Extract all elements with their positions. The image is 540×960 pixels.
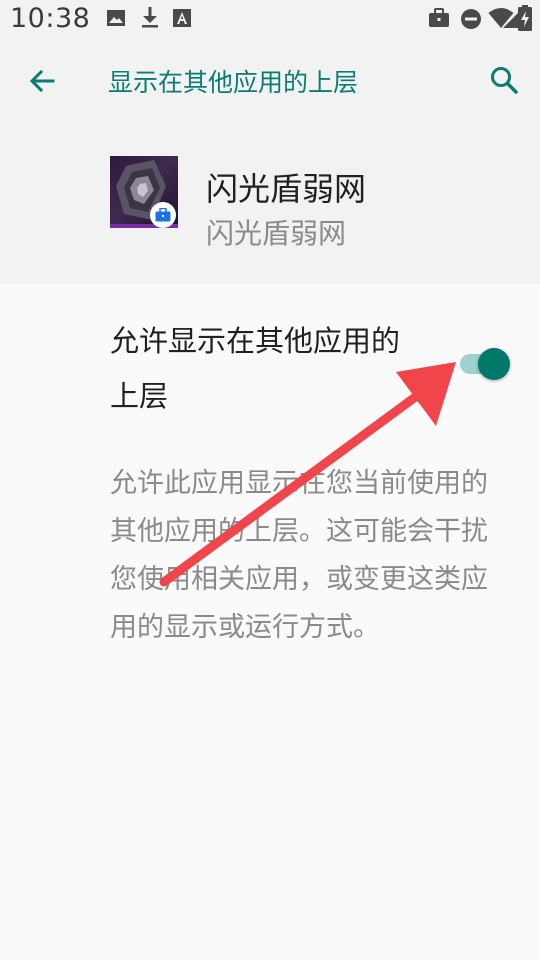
allow-overlay-toggle[interactable] [458,346,512,380]
image-icon [107,10,125,26]
setting-description: 允许此应用显示在您当前使用的其他应用的上层。这可能会干扰您使用相关应用，或变更这… [110,468,488,643]
allow-overlay-setting-row[interactable]: 允许显示在其他应用的上层 [0,284,540,434]
app-bar: 显示在其他应用的上层 [0,38,540,122]
setting-title: 允许显示在其他应用的上层 [110,324,401,413]
toggle-thumb [478,348,510,380]
app-header: 闪光盾弱网 闪光盾弱网 [0,122,540,284]
status-bar: 10:38 [0,0,540,38]
briefcase-icon [429,8,449,27]
search-button[interactable] [482,58,526,102]
search-icon [491,67,518,94]
page-title: 显示在其他应用的上层 [108,68,359,97]
app-subtitle: 闪光盾弱网 [206,217,347,250]
work-profile-badge [150,202,176,228]
back-button[interactable] [20,59,64,103]
battery-icon [518,5,532,31]
download-icon [142,7,158,28]
status-time: 10:38 [10,3,91,34]
briefcase-badge-icon [155,208,171,222]
app-name: 闪光盾弱网 [206,170,367,208]
dnd-icon [461,9,481,29]
font-icon [173,9,191,27]
arrow-back-icon [29,69,55,93]
